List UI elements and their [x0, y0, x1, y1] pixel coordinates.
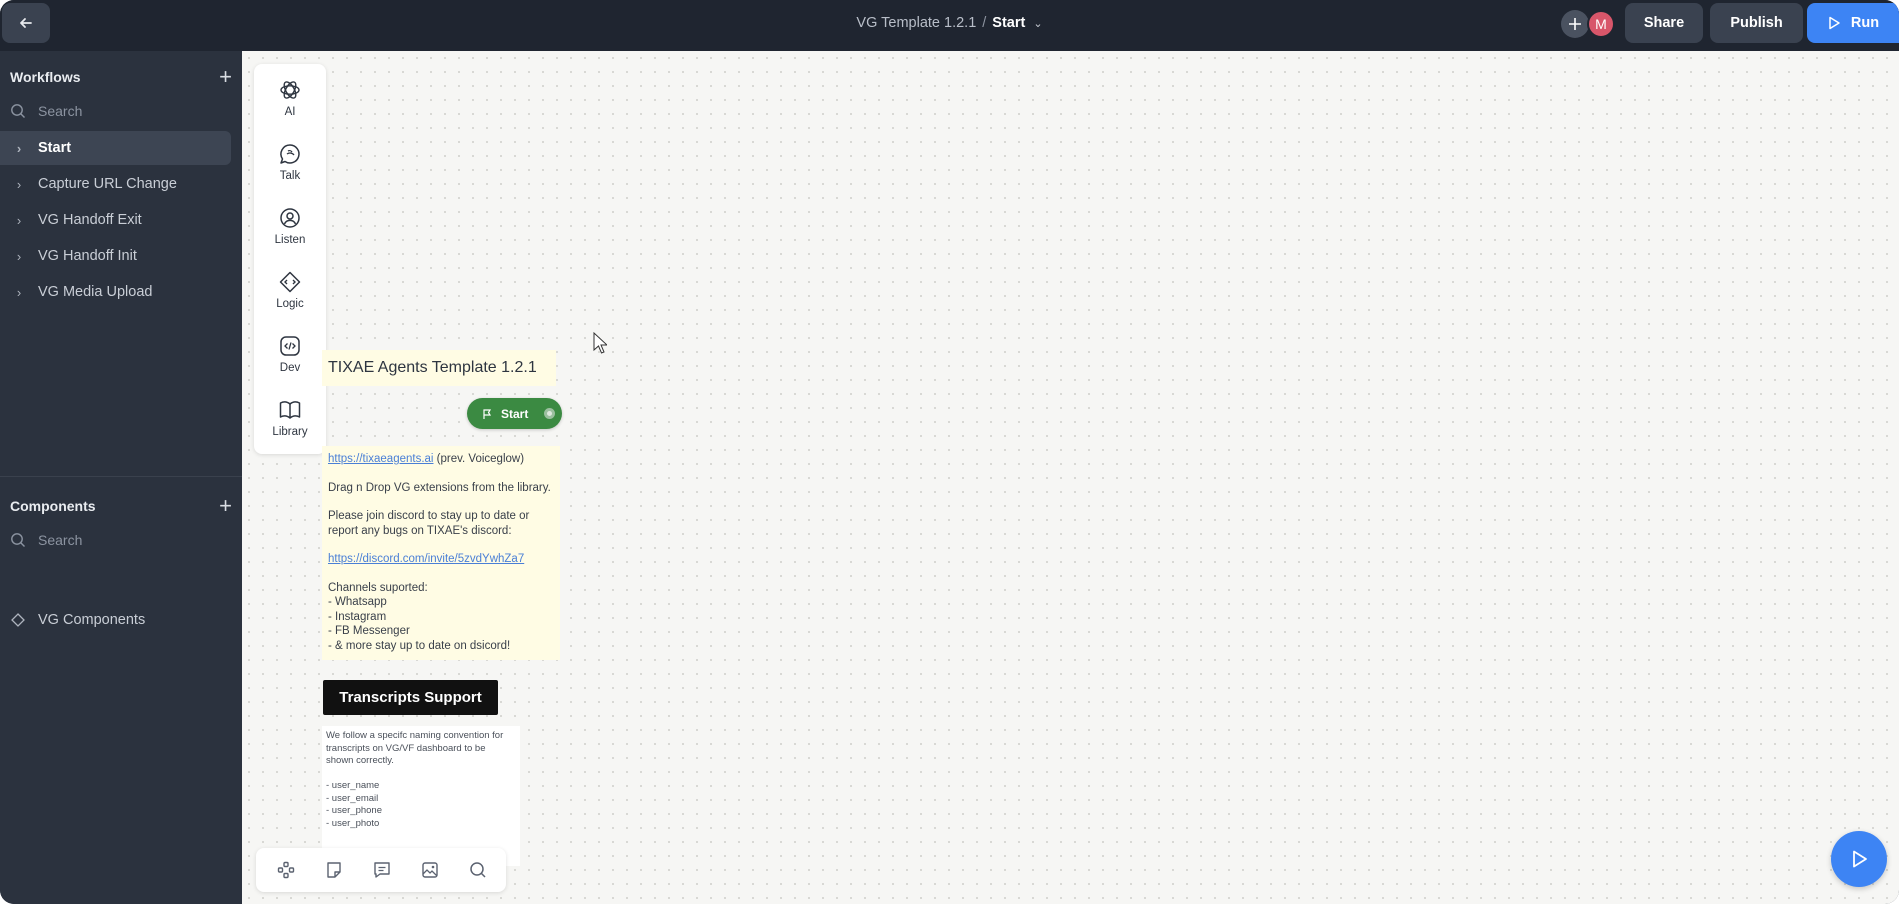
workflow-label: Start — [38, 140, 72, 156]
workflow-item-vg-media-upload[interactable]: › VG Media Upload — [0, 275, 232, 309]
run-button-label: Run — [1850, 15, 1880, 31]
start-block[interactable]: Start — [467, 398, 562, 429]
breadcrumb-separator: / — [982, 15, 987, 31]
tool-talk[interactable]: Talk — [254, 136, 326, 188]
transcripts-note[interactable]: We follow a specifc naming convention fo… — [322, 726, 520, 866]
tixae-link[interactable]: https://tixaeagents.ai — [328, 453, 433, 465]
tool-ai[interactable]: AI — [254, 72, 326, 124]
plus-icon — [1569, 18, 1581, 30]
start-block-port[interactable] — [544, 408, 555, 419]
run-test-fab[interactable] — [1831, 831, 1887, 887]
chevron-down-icon[interactable]: ⌄ — [1033, 17, 1042, 30]
workflow-label: VG Handoff Exit — [38, 212, 142, 228]
chevron-right-icon: › — [16, 248, 22, 264]
component-item-vg-components[interactable]: VG Components — [10, 608, 232, 632]
flag-icon — [483, 408, 492, 419]
current-flow-name[interactable]: Start — [992, 15, 1025, 31]
note-line-3: Please join discord to stay up to date o… — [328, 510, 530, 537]
sidebar-divider — [0, 476, 242, 477]
workflow-label: Capture URL Change — [38, 176, 177, 192]
components-search-input[interactable]: Search — [38, 532, 82, 548]
tool-label: Library — [272, 426, 308, 438]
discord-link[interactable]: https://discord.com/invite/5zvdYwhZa7 — [328, 553, 524, 565]
search-icon — [11, 533, 25, 547]
title-note[interactable]: TIXAE Agents Template 1.2.1 — [322, 350, 556, 386]
components-title: Components — [10, 498, 96, 514]
play-icon — [1829, 16, 1840, 30]
code-icon — [280, 336, 300, 356]
workflow-label: VG Media Upload — [38, 284, 153, 300]
tool-label: Dev — [279, 362, 301, 374]
note-discord: https://discord.com/invite/5zvdYwhZa7 — [328, 552, 560, 567]
tool-label: AI — [284, 106, 296, 118]
top-bar: VG Template 1.2.1 / Start ⌄ M Share Publ… — [0, 0, 1899, 51]
workflow-item-start[interactable]: › Start — [0, 131, 231, 165]
tool-dev[interactable]: Dev — [254, 328, 326, 380]
tool-label: Listen — [274, 234, 306, 246]
workflow-item-vg-handoff-exit[interactable]: › VG Handoff Exit — [0, 203, 232, 237]
workflow-label: VG Handoff Init — [38, 248, 137, 264]
chevron-right-icon: › — [16, 212, 22, 228]
image-icon[interactable] — [420, 860, 440, 880]
workflow-item-vg-handoff-init[interactable]: › VG Handoff Init — [0, 239, 232, 273]
app-window: VG Template 1.2.1 / Start ⌄ M Share Publ… — [0, 0, 1899, 904]
chevron-right-icon: › — [16, 284, 22, 300]
components-search[interactable]: Search — [10, 528, 232, 552]
sidebar: Workflows + Search › Start › Capture URL… — [0, 51, 242, 904]
canvas-bottom-toolbar — [256, 848, 506, 892]
info-note[interactable]: https://tixaeagents.ai (prev. Voiceglow)… — [322, 446, 560, 660]
transcripts-support-label[interactable]: Transcripts Support — [323, 680, 498, 715]
publish-button[interactable]: Publish — [1710, 3, 1803, 43]
book-icon — [279, 401, 301, 419]
diamond-icon — [11, 613, 25, 627]
workflows-search[interactable]: Search — [10, 99, 232, 123]
search-icon — [11, 104, 25, 118]
note-link-suffix: (prev. Voiceglow) — [433, 453, 525, 465]
comment-icon[interactable] — [372, 860, 392, 880]
search-icon[interactable] — [468, 860, 488, 880]
components-header: Components + — [10, 493, 232, 519]
chevron-right-icon: › — [16, 140, 22, 156]
play-icon — [1853, 850, 1867, 868]
workflows-title: Workflows — [10, 69, 81, 85]
openai-icon — [280, 81, 300, 99]
tool-library[interactable]: Library — [254, 392, 326, 444]
tool-logic[interactable]: Logic — [254, 264, 326, 316]
project-name: VG Template 1.2.1 — [856, 15, 977, 31]
chat-bubble-icon — [280, 144, 300, 164]
note-line-2: Drag n Drop VG extensions from the libra… — [328, 481, 551, 494]
tool-label: Logic — [276, 298, 304, 310]
sticky-note-icon[interactable] — [324, 860, 344, 880]
add-collaborator-button[interactable] — [1561, 10, 1589, 38]
arrow-left-icon — [20, 18, 32, 28]
add-component-button[interactable]: + — [219, 493, 232, 519]
tool-label: Talk — [279, 170, 301, 182]
diamond-logic-icon — [279, 271, 301, 293]
add-workflow-button[interactable]: + — [219, 64, 232, 90]
back-button[interactable] — [2, 3, 50, 43]
tool-listen[interactable]: Listen — [254, 200, 326, 252]
nodes-icon[interactable] — [276, 860, 296, 880]
avatar[interactable]: M — [1587, 10, 1615, 38]
workflows-header: Workflows + — [10, 64, 232, 90]
run-button[interactable]: Run — [1807, 3, 1899, 43]
mouse-cursor-icon — [593, 332, 607, 354]
workflows-search-input[interactable]: Search — [38, 103, 82, 119]
start-block-label: Start — [501, 406, 529, 421]
step-toolbox: AI Talk Listen Logic Dev Library — [254, 64, 326, 454]
workflow-item-capture-url-change[interactable]: › Capture URL Change — [0, 167, 232, 201]
component-label: VG Components — [38, 612, 146, 628]
note-line-1: https://tixaeagents.ai (prev. Voiceglow) — [328, 452, 560, 467]
chevron-right-icon: › — [16, 176, 22, 192]
share-button[interactable]: Share — [1625, 3, 1703, 43]
note-channels: Channels suported: - Whatsapp - Instagra… — [328, 581, 511, 652]
user-circle-icon — [280, 208, 300, 228]
